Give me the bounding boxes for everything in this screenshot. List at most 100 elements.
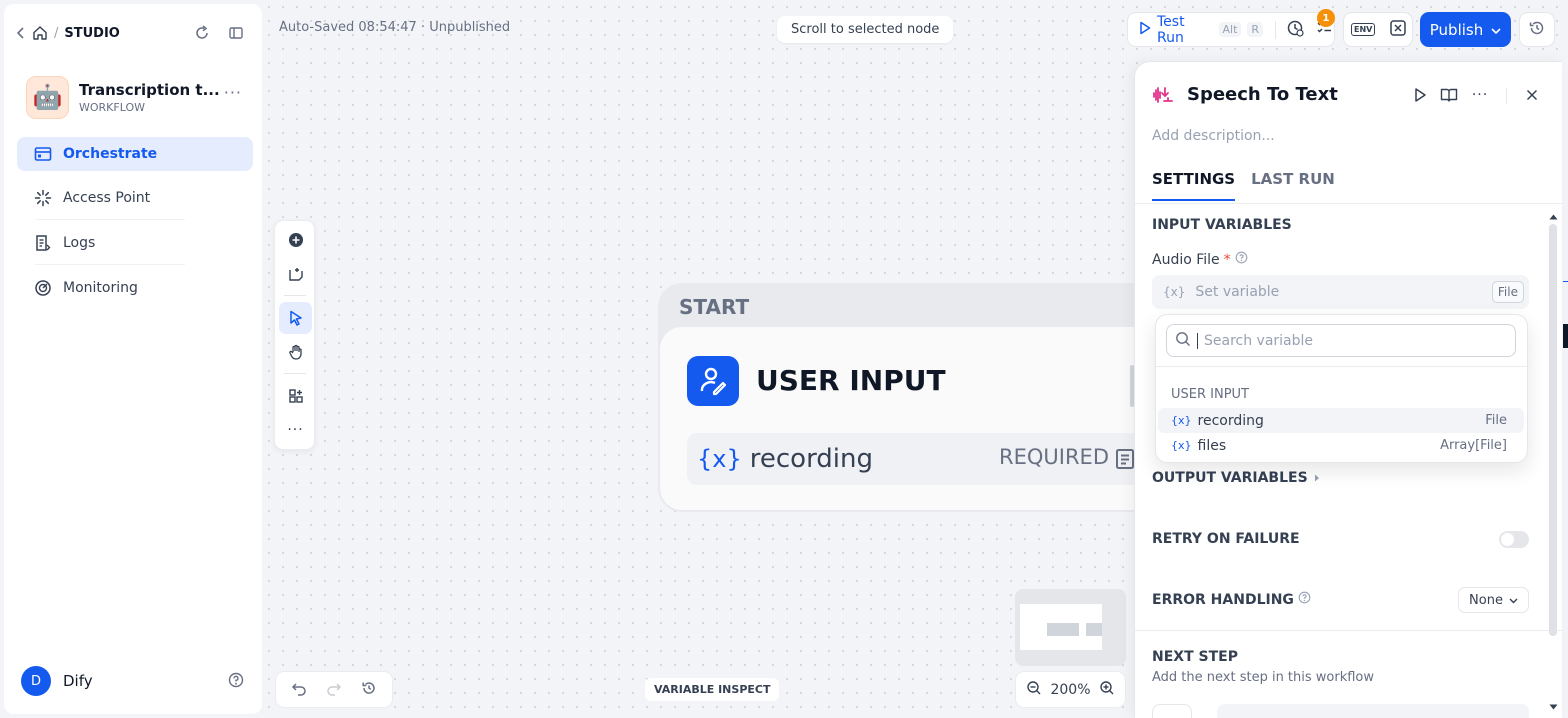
history-icon[interactable] (361, 680, 377, 700)
node-fragment (1563, 324, 1568, 348)
chevron-down-icon (1491, 21, 1501, 39)
next-step-subtitle: Add the next step in this workflow (1152, 670, 1375, 685)
output-variables-label: OUTPUT VARIABLES (1152, 470, 1308, 486)
home-icon[interactable] (32, 25, 48, 41)
sidebar-item-label: Logs (63, 235, 96, 251)
orchestrate-icon (33, 144, 53, 164)
breadcrumb: / STUDIO (16, 21, 120, 45)
minimap-node (1047, 623, 1079, 636)
variable-search-input[interactable]: Search variable (1166, 324, 1516, 357)
access-point-icon (33, 188, 53, 208)
app-type: WORKFLOW (79, 100, 145, 114)
zoom-level[interactable]: 200% (1050, 682, 1090, 698)
logs-icon (33, 233, 53, 253)
pointer-icon[interactable] (279, 302, 312, 334)
test-run-label: Test Run (1157, 13, 1185, 46)
minimap-node (1086, 623, 1102, 636)
info-icon[interactable] (1235, 251, 1248, 268)
add-note-icon[interactable] (279, 258, 312, 290)
divider (1156, 366, 1529, 367)
sidebar-item-label: Orchestrate (63, 146, 158, 162)
help-icon[interactable] (228, 672, 244, 692)
zoom-out-icon[interactable] (1026, 680, 1042, 700)
add-node-icon[interactable] (279, 224, 312, 256)
redo-icon[interactable] (326, 680, 342, 700)
collapse-sidebar-icon[interactable] (224, 21, 248, 45)
add-next-step-button[interactable] (1217, 704, 1529, 718)
variable-option-recording[interactable]: {x} recording File (1158, 408, 1524, 433)
breadcrumb-separator: / (54, 25, 59, 41)
run-history-icon[interactable] (1286, 19, 1304, 41)
sidebar-item-logs[interactable]: Logs (17, 226, 253, 260)
search-placeholder: Search variable (1204, 332, 1314, 349)
tab-last-run[interactable]: LAST RUN (1251, 170, 1335, 201)
hand-icon[interactable] (279, 336, 312, 368)
divider (1506, 88, 1507, 104)
conversation-variables-icon[interactable] (1389, 19, 1407, 41)
app-card[interactable]: 🤖 Transcription t... WORKFLOW ··· (26, 73, 252, 121)
close-icon[interactable] (1521, 84, 1543, 106)
env-variables-icon[interactable]: ENV (1351, 23, 1376, 36)
more-options-icon[interactable]: ··· (224, 83, 242, 102)
zoom-in-icon[interactable] (1099, 680, 1115, 700)
retry-heading: RETRY ON FAILURE (1152, 531, 1300, 547)
start-node-label: START (679, 295, 750, 319)
input-variables-heading: INPUT VARIABLES (1152, 217, 1292, 233)
description-input[interactable]: Add description... (1152, 128, 1275, 144)
user-name: Dify (63, 672, 93, 690)
divider (284, 295, 306, 296)
sidebar-item-orchestrate[interactable]: Orchestrate (17, 137, 253, 171)
panel-tabs: SETTINGS LAST RUN (1152, 170, 1335, 201)
variable-icon: {x} (1171, 414, 1192, 427)
tab-settings[interactable]: SETTINGS (1152, 170, 1236, 201)
sidebar-nav: Orchestrate Access Point Logs Monitoring (17, 137, 253, 315)
document-icon (1115, 448, 1135, 474)
panel-title: Speech To Text (1187, 84, 1338, 105)
variable-type: Array[File] (1440, 438, 1507, 453)
undo-redo-toolbar (275, 671, 393, 708)
info-icon[interactable] (1298, 591, 1311, 608)
scrollbar[interactable] (1549, 224, 1557, 636)
organize-blocks-icon[interactable] (279, 380, 312, 412)
sidebar-item-access-point[interactable]: Access Point (17, 181, 253, 215)
monitoring-icon (33, 278, 53, 298)
variable-inspect-button[interactable]: VARIABLE INSPECT (645, 678, 780, 701)
type-tag: File (1491, 281, 1524, 303)
nav-divider (35, 264, 185, 265)
error-handling-select[interactable]: None (1458, 587, 1529, 613)
zoom-control: 200% (1015, 671, 1126, 708)
node-title: USER INPUT (756, 364, 946, 397)
test-run-button[interactable]: Test Run Alt R (1127, 12, 1335, 47)
audio-file-label: Audio File * (1152, 251, 1248, 268)
undo-icon[interactable] (291, 680, 307, 700)
divider (1135, 630, 1562, 631)
variable-option-files[interactable]: {x} files Array[File] (1158, 433, 1524, 458)
version-history-button[interactable] (1519, 12, 1555, 47)
output-variables-heading[interactable]: OUTPUT VARIABLES (1152, 470, 1320, 486)
divider (284, 373, 306, 374)
error-handling-label: ERROR HANDLING (1152, 591, 1294, 608)
scroll-down-icon[interactable] (1549, 699, 1558, 714)
start-node[interactable]: START USER INPUT {x} recording REQUIRED (658, 283, 1178, 512)
shortcut-key: Alt (1218, 22, 1242, 37)
docs-icon[interactable] (1438, 84, 1460, 106)
sync-icon[interactable] (190, 21, 214, 45)
scroll-to-selected-button[interactable]: Scroll to selected node (777, 16, 954, 43)
user-profile[interactable]: D Dify (21, 666, 93, 696)
run-node-icon[interactable] (1409, 84, 1431, 106)
more-options-icon[interactable]: ··· (1469, 84, 1491, 106)
text-cursor (1197, 332, 1198, 349)
scroll-up-icon[interactable] (1549, 209, 1558, 224)
next-step-node-stub[interactable] (1152, 704, 1192, 718)
breadcrumb-studio[interactable]: STUDIO (64, 26, 119, 41)
audio-file-variable-selector[interactable]: {x} Set variable File (1152, 275, 1529, 309)
variable-name: recording (1197, 412, 1264, 429)
more-tools-icon[interactable]: ··· (279, 414, 312, 446)
speech-to-text-icon (1152, 84, 1174, 110)
chevron-left-icon[interactable] (16, 27, 26, 39)
error-handling-heading: ERROR HANDLING (1152, 591, 1311, 608)
sidebar-item-monitoring[interactable]: Monitoring (17, 271, 253, 305)
publish-button[interactable]: Publish (1420, 12, 1511, 47)
retry-toggle[interactable] (1499, 531, 1529, 548)
variable-placeholder: Set variable (1195, 284, 1280, 300)
